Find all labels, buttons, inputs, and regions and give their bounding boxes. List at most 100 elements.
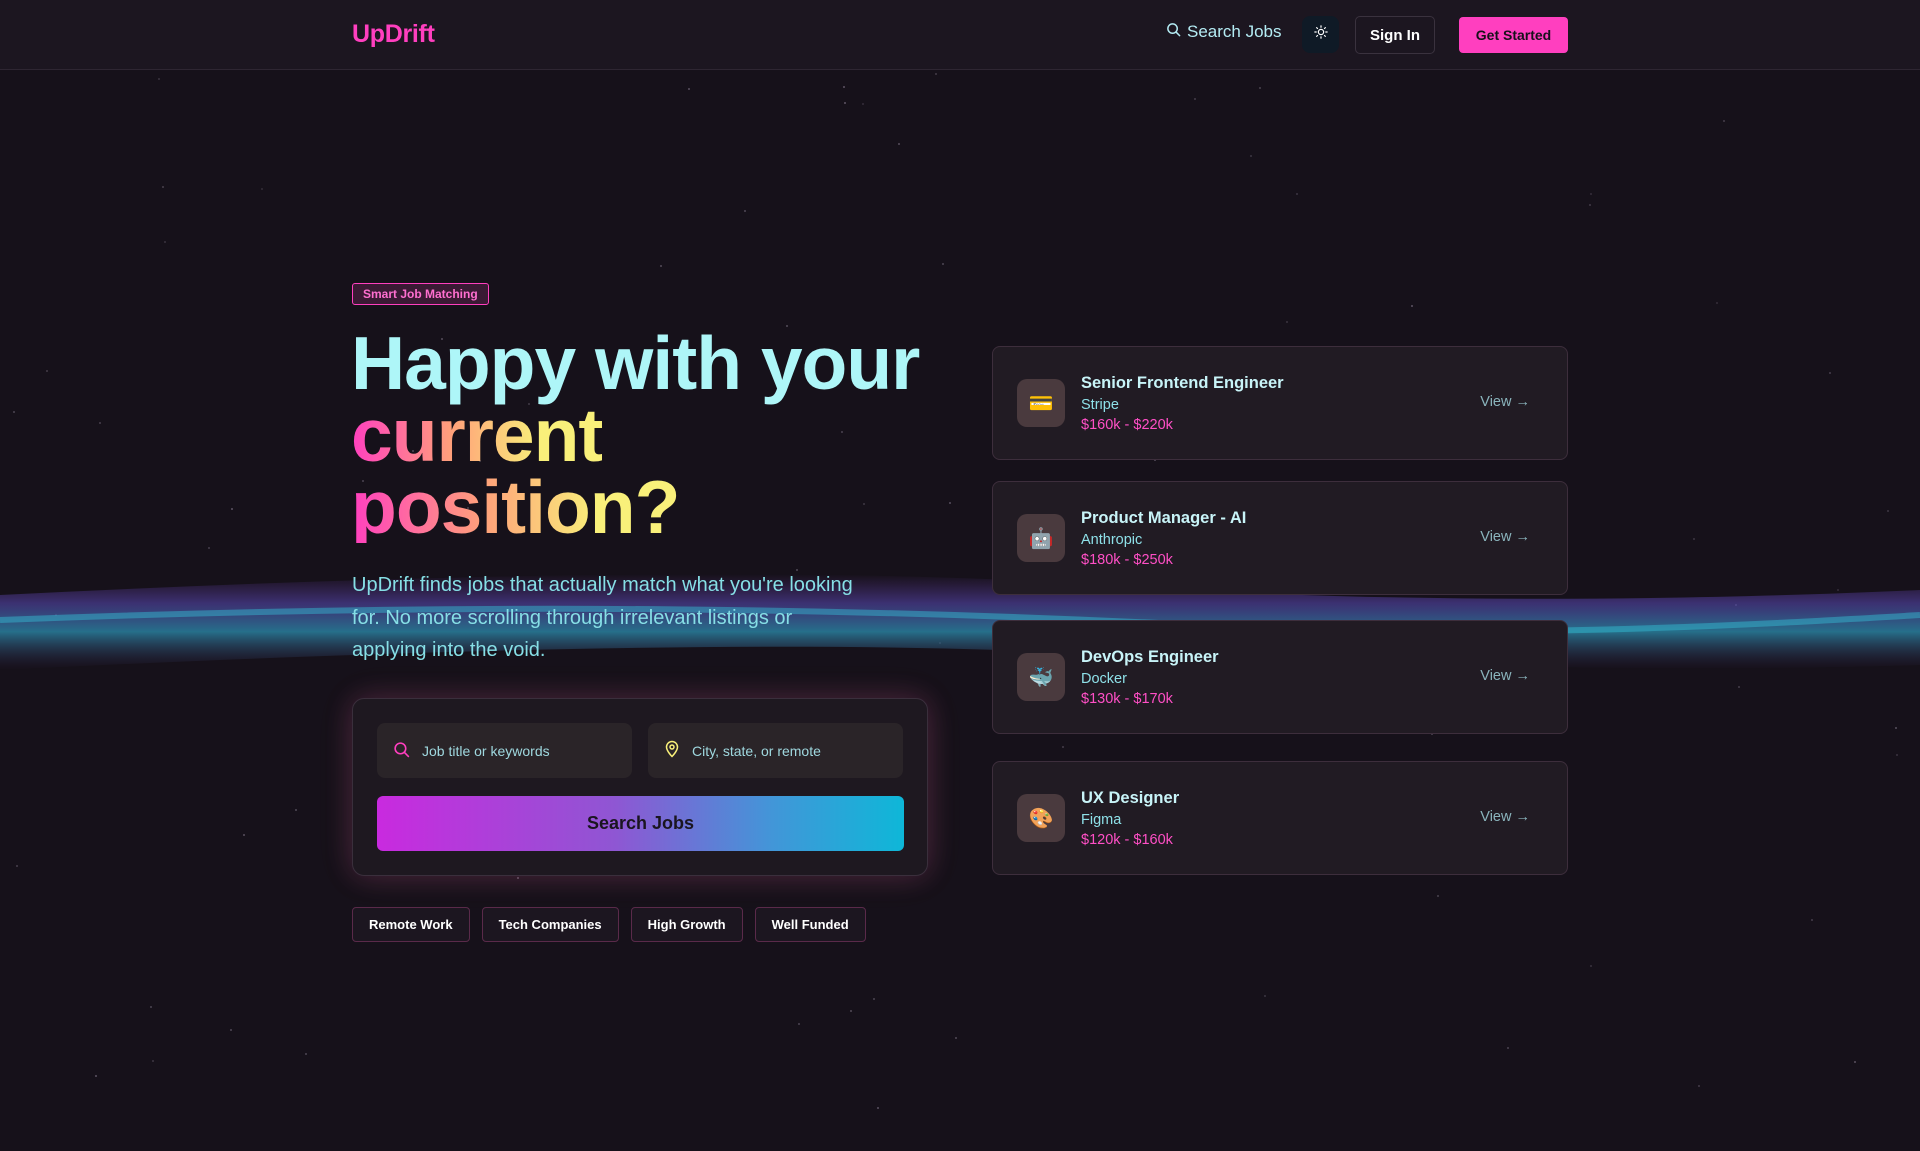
keyword-search-input[interactable]: Job title or keywords	[377, 723, 632, 778]
job-card[interactable]: 🤖 Product Manager - AI Anthropic $180k -…	[992, 481, 1568, 595]
job-company: Docker	[1081, 671, 1127, 687]
smart-matching-badge: Smart Job Matching	[352, 283, 489, 305]
star-dot	[898, 143, 900, 145]
job-card[interactable]: 💳 Senior Frontend Engineer Stripe $160k …	[992, 346, 1568, 460]
starfield-background	[0, 0, 1920, 1151]
star-dot	[243, 834, 245, 836]
robot-icon: 🤖	[1017, 514, 1065, 562]
star-dot	[295, 809, 297, 811]
search-jobs-button[interactable]: Search Jobs	[377, 796, 904, 851]
star-dot	[850, 1010, 852, 1012]
job-card[interactable]: 🐳 DevOps Engineer Docker $130k - $170k V…	[992, 620, 1568, 734]
star-dot	[1062, 746, 1064, 748]
sign-in-button[interactable]: Sign In	[1355, 16, 1435, 54]
view-job-link[interactable]: View →	[1480, 529, 1530, 545]
location-search-input[interactable]: City, state, or remote	[648, 723, 903, 778]
tag-remote-work[interactable]: Remote Work	[352, 907, 470, 942]
star-dot	[230, 1029, 232, 1031]
star-dot	[1895, 727, 1897, 729]
star-dot	[844, 102, 846, 104]
search-icon	[393, 741, 410, 761]
star-dot	[862, 103, 864, 105]
aurora-wave-decoration	[0, 574, 1920, 670]
star-dot	[1507, 1047, 1509, 1049]
star-dot	[231, 508, 233, 510]
job-title: DevOps Engineer	[1081, 648, 1219, 666]
star-dot	[1837, 589, 1839, 591]
star-dot	[1693, 538, 1695, 540]
star-dot	[1590, 193, 1592, 195]
star-dot	[1259, 87, 1261, 89]
star-dot	[660, 265, 662, 267]
star-dot	[46, 370, 48, 372]
star-dot	[1589, 204, 1591, 206]
star-dot	[1735, 604, 1737, 606]
star-dot	[158, 78, 160, 80]
view-job-link[interactable]: View →	[1480, 809, 1530, 825]
map-pin-icon	[664, 740, 680, 761]
job-card[interactable]: 🎨 UX Designer Figma $120k - $160k View →	[992, 761, 1568, 875]
star-dot	[1286, 321, 1288, 323]
tag-well-funded[interactable]: Well Funded	[754, 907, 866, 942]
star-dot	[164, 241, 166, 243]
star-dot	[798, 1023, 800, 1025]
sun-icon	[1313, 25, 1328, 44]
star-dot	[1250, 155, 1252, 157]
brand-logo[interactable]: UpDrift	[352, 20, 435, 49]
nav-search-jobs-link[interactable]: Search Jobs	[1166, 22, 1282, 42]
star-dot	[1811, 919, 1813, 921]
view-job-link[interactable]: View →	[1480, 668, 1530, 684]
star-dot	[1296, 193, 1298, 195]
star-dot	[1411, 305, 1413, 307]
quick-filter-tags: Remote Work Tech Companies High Growth W…	[352, 907, 866, 942]
star-dot	[1194, 98, 1196, 100]
star-dot	[935, 73, 937, 75]
hero-description: UpDrift finds jobs that actually match w…	[352, 574, 853, 661]
star-dot	[95, 1075, 97, 1077]
star-dot	[1723, 120, 1725, 122]
star-dot	[517, 877, 519, 879]
headline-line-3: position?	[351, 465, 680, 549]
job-salary: $120k - $160k	[1081, 832, 1173, 848]
star-dot	[1854, 1061, 1856, 1063]
job-company: Figma	[1081, 812, 1122, 828]
job-title: Product Manager - AI	[1081, 509, 1247, 527]
keyword-placeholder: Job title or keywords	[422, 742, 550, 759]
tag-high-growth[interactable]: High Growth	[630, 907, 743, 942]
star-dot	[1829, 372, 1831, 374]
get-started-button[interactable]: Get Started	[1459, 17, 1568, 53]
star-dot	[208, 547, 210, 549]
location-placeholder: City, state, or remote	[692, 742, 821, 759]
star-dot	[55, 614, 57, 616]
job-company: Stripe	[1081, 397, 1119, 413]
star-dot	[939, 642, 941, 644]
job-salary: $130k - $170k	[1081, 691, 1173, 707]
star-dot	[1716, 302, 1718, 304]
star-dot	[13, 411, 15, 413]
star-dot	[1896, 754, 1898, 756]
star-dot	[877, 1107, 879, 1109]
credit-card-icon: 💳	[1017, 379, 1065, 427]
theme-toggle-button[interactable]	[1302, 16, 1339, 53]
star-dot	[162, 186, 164, 188]
star-dot	[688, 88, 690, 90]
star-dot	[1738, 686, 1740, 688]
headline-line-2: current	[351, 393, 603, 477]
star-dot	[1590, 965, 1592, 967]
star-dot	[16, 865, 18, 867]
view-job-link[interactable]: View →	[1480, 394, 1530, 410]
top-navbar: UpDrift Search Jobs Sign In Get Started	[0, 0, 1920, 70]
headline-line-1: Happy with your	[351, 321, 920, 405]
nav-search-jobs-label: Search Jobs	[1187, 22, 1282, 41]
palette-icon: 🎨	[1017, 794, 1065, 842]
star-dot	[744, 210, 746, 212]
job-salary: $180k - $250k	[1081, 552, 1173, 568]
star-dot	[873, 998, 875, 1000]
star-dot	[261, 188, 263, 190]
job-search-form: Job title or keywords City, state, or re…	[352, 698, 928, 876]
tag-tech-companies[interactable]: Tech Companies	[481, 907, 619, 942]
star-dot	[1698, 1085, 1700, 1087]
job-company: Anthropic	[1081, 532, 1143, 548]
star-dot	[150, 1006, 152, 1008]
star-dot	[942, 263, 944, 265]
